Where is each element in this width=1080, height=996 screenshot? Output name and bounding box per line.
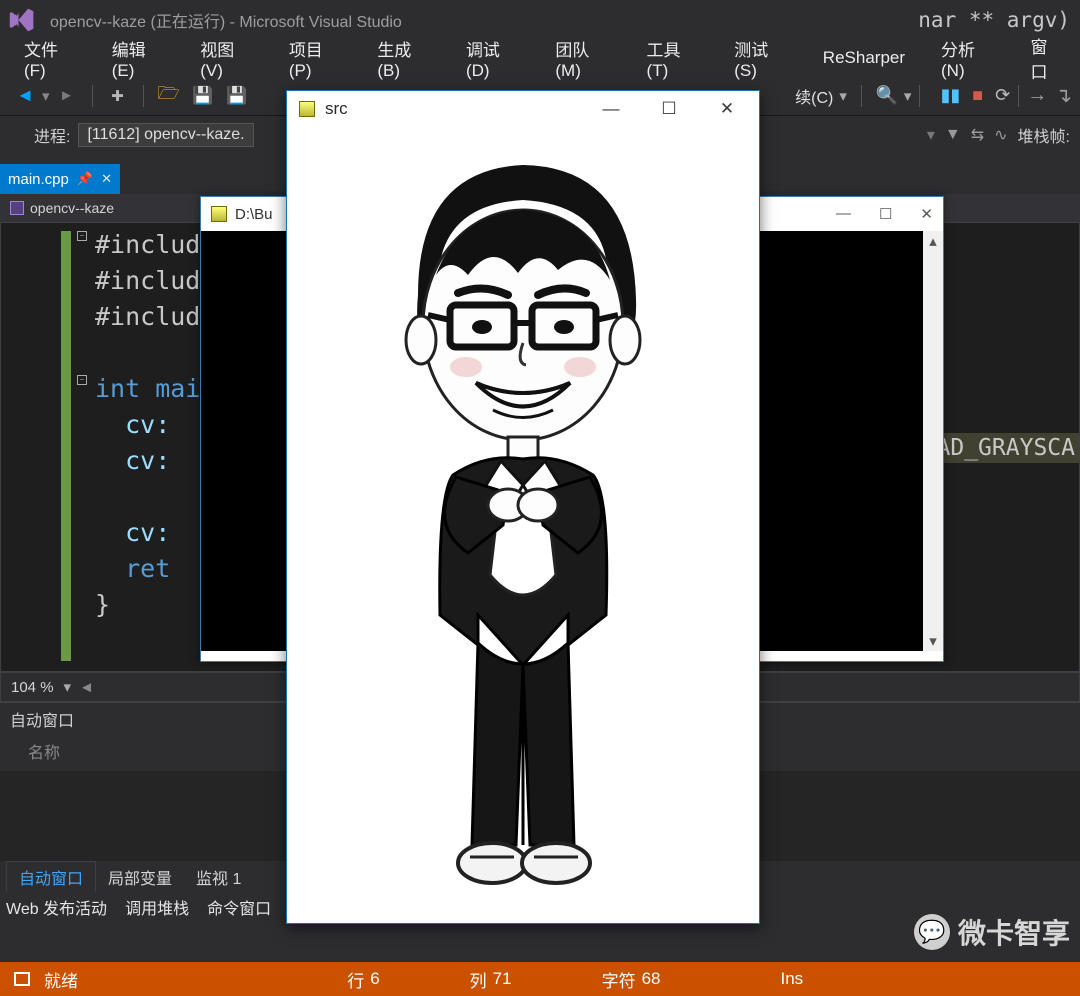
maximize-icon[interactable]: ☐ <box>879 205 892 223</box>
src-window[interactable]: src — ☐ ✕ <box>286 90 760 924</box>
src-titlebar[interactable]: src — ☐ ✕ <box>287 91 759 127</box>
fold-icon[interactable]: − <box>77 231 87 241</box>
scroll-up-icon[interactable]: ▴ <box>923 231 943 251</box>
code-fragment: AD_GRAYSCA <box>933 433 1079 463</box>
zoom-level[interactable]: 104 % <box>1 679 64 696</box>
scroll-left[interactable]: ◄ <box>79 679 94 696</box>
src-title: src <box>325 99 348 119</box>
status-char-value: 68 <box>642 969 661 989</box>
breadcrumb-label: opencv--kaze <box>30 200 114 216</box>
panel-tab-watch[interactable]: 监视 1 <box>184 862 253 892</box>
filter-icon[interactable]: ▼ <box>945 126 961 144</box>
save-all-icon[interactable]: 💾 <box>226 85 248 107</box>
tab-label: main.cpp <box>8 171 69 188</box>
menu-tools[interactable]: 工具(T) <box>629 32 717 85</box>
status-ready: 就绪 <box>44 967 78 992</box>
status-col-value: 71 <box>493 969 512 989</box>
status-line-value: 6 <box>370 969 379 989</box>
fold-icon[interactable]: − <box>77 375 87 385</box>
close-icon[interactable]: ✕ <box>920 205 933 223</box>
ptab-callstack[interactable]: 调用堆栈 <box>125 895 189 919</box>
status-ins: Ins <box>781 969 804 989</box>
menu-test[interactable]: 测试(S) <box>716 32 805 85</box>
new-project-icon[interactable]: ✚ <box>107 85 129 107</box>
panel-tab-auto[interactable]: 自动窗口 <box>6 861 96 892</box>
find-in-files-icon[interactable]: 🔍 <box>876 85 898 107</box>
nav-back-icon[interactable]: ◄ <box>14 85 36 107</box>
app-icon <box>299 101 315 117</box>
menu-project[interactable]: 项目(P) <box>271 32 360 85</box>
restart-icon[interactable]: ⟳ <box>995 85 1010 106</box>
wechat-icon: 💬 <box>914 914 950 950</box>
close-icon[interactable]: ✕ <box>707 99 747 119</box>
continue-label[interactable]: 续(C) <box>795 84 833 108</box>
status-col-label: 列 <box>470 967 487 992</box>
separator <box>92 85 93 107</box>
step-icon[interactable]: → <box>1027 84 1047 107</box>
step-into-icon[interactable]: ↴ <box>1055 83 1072 108</box>
menu-view[interactable]: 视图(V) <box>182 32 271 85</box>
pin-icon[interactable]: 📌 <box>77 171 93 187</box>
menu-analyze[interactable]: 分析(N) <box>923 32 1012 85</box>
chart-icon[interactable]: ∿ <box>994 125 1007 145</box>
menu-team[interactable]: 团队(M) <box>537 32 628 85</box>
menu-file[interactable]: 文件(F) <box>6 32 94 85</box>
status-line-label: 行 <box>347 967 364 992</box>
src-image-area <box>287 127 759 923</box>
process-combo[interactable]: [11612] opencv--kaze. <box>78 123 253 147</box>
watermark-text: 微卡智享 <box>958 912 1070 952</box>
process-label: 进程: <box>34 123 70 147</box>
maximize-icon[interactable]: ☐ <box>649 99 689 119</box>
minimize-icon[interactable]: — <box>591 99 631 119</box>
menu-debug[interactable]: 调试(D) <box>448 32 537 85</box>
separator <box>919 85 920 107</box>
stop-icon[interactable]: ■ <box>972 85 983 106</box>
pause-icon[interactable]: ▮▮ <box>940 85 960 106</box>
minimize-icon[interactable]: — <box>836 205 851 223</box>
watermark: 💬 微卡智享 <box>914 912 1070 952</box>
menu-edit[interactable]: 编辑(E) <box>94 32 183 85</box>
gutter <box>1 223 49 671</box>
visual-studio-icon <box>8 6 36 34</box>
tab-main-cpp[interactable]: main.cpp 📌 ✕ <box>0 164 120 194</box>
scrollbar[interactable]: ▴ ▾ <box>923 231 943 651</box>
separator <box>143 85 144 107</box>
window-title: opencv--kaze (正在运行) - Microsoft Visual S… <box>50 8 402 32</box>
menu-window[interactable]: 窗口 <box>1012 29 1080 87</box>
separator <box>1018 85 1019 107</box>
close-icon[interactable]: ✕ <box>101 171 112 187</box>
menu-bar: 文件(F) 编辑(E) 视图(V) 项目(P) 生成(B) 调试(D) 团队(M… <box>0 40 1080 76</box>
ptab-webpublish[interactable]: Web 发布活动 <box>6 895 107 919</box>
panel-tab-locals[interactable]: 局部变量 <box>96 862 184 892</box>
status-char-label: 字符 <box>602 967 636 992</box>
change-bar <box>61 231 71 661</box>
signature-fragment: nar ** argv) <box>918 8 1070 32</box>
stackframe-label: 堆栈帧: <box>1018 123 1070 147</box>
menu-resharper[interactable]: ReSharper <box>805 44 923 72</box>
save-icon[interactable]: 💾 <box>192 85 214 107</box>
ptab-command[interactable]: 命令窗口 <box>207 895 271 919</box>
thread-icon[interactable]: ⇆ <box>971 125 984 145</box>
nav-forward-icon[interactable]: ► <box>56 85 78 107</box>
open-file-icon[interactable]: 🗁 <box>158 85 180 107</box>
app-icon <box>211 206 227 222</box>
console-title: D:\Bu <box>235 206 273 223</box>
scroll-down-icon[interactable]: ▾ <box>923 631 943 651</box>
project-icon <box>10 201 24 215</box>
menu-build[interactable]: 生成(B) <box>359 32 448 85</box>
cartoon-image <box>358 145 688 905</box>
status-indicator-icon <box>14 972 30 986</box>
code-content: #includ #includ #includ int mai cv: cv: … <box>95 227 200 623</box>
separator <box>861 85 862 107</box>
status-bar: 就绪 行 6 列 71 字符 68 Ins <box>0 962 1080 996</box>
